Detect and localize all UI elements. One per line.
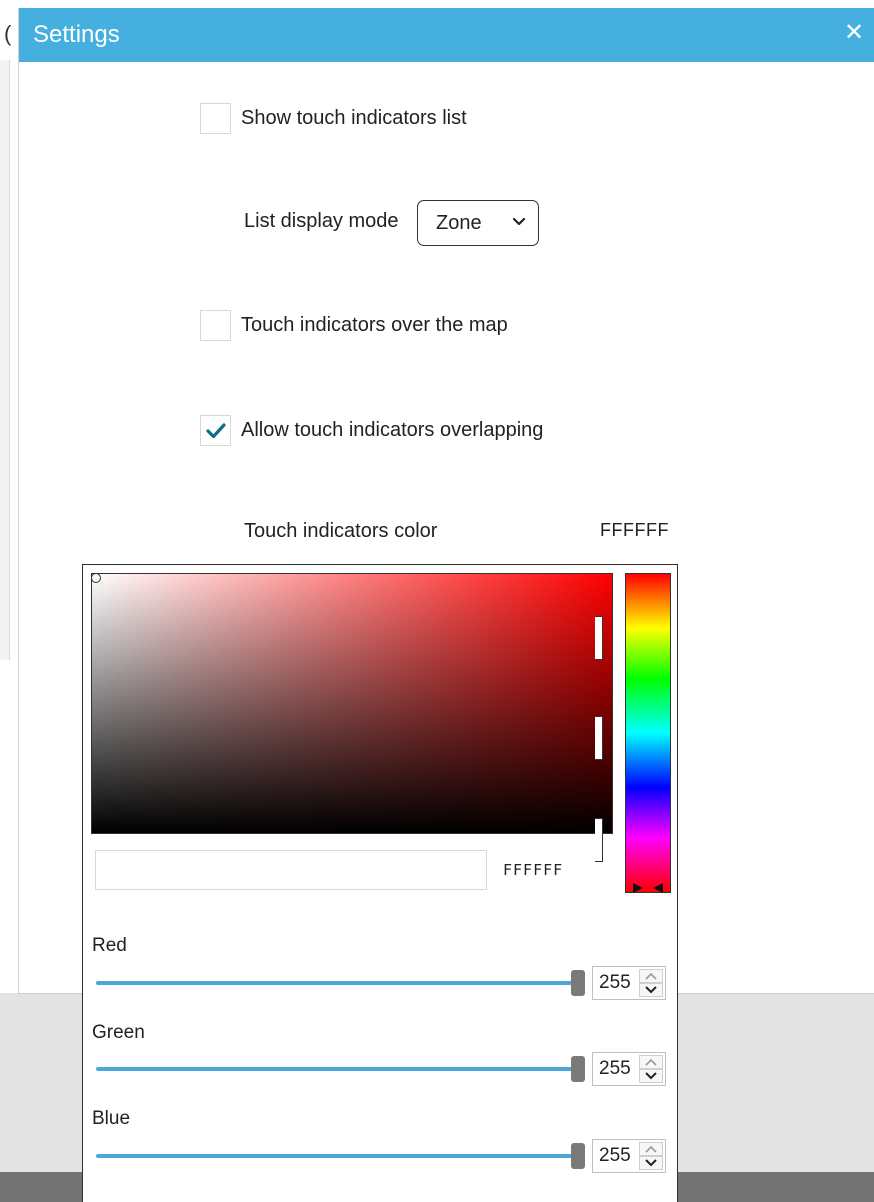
- green-decrement-button[interactable]: [639, 1069, 663, 1083]
- blue-increment-button[interactable]: [639, 1142, 663, 1156]
- hue-strip[interactable]: [625, 573, 671, 893]
- picker-side-tab[interactable]: [595, 716, 603, 760]
- green-spin-buttons: [639, 1055, 663, 1083]
- indicator-color-value[interactable]: FFFFFF: [600, 520, 669, 541]
- picker-side-tab[interactable]: [595, 616, 603, 660]
- over-map-row: Touch indicators over the map: [200, 310, 508, 341]
- blue-slider-track[interactable]: [96, 1154, 574, 1158]
- chevron-down-icon: [512, 217, 526, 226]
- blue-spinbox[interactable]: 255: [592, 1139, 666, 1173]
- blue-spin-buttons: [639, 1142, 663, 1170]
- blue-decrement-button[interactable]: [639, 1156, 663, 1170]
- chevron-down-icon: [645, 986, 657, 994]
- checkmark-icon: [205, 422, 226, 438]
- allow-overlapping-label: Allow touch indicators overlapping: [241, 419, 544, 441]
- chevron-up-icon: [645, 1058, 657, 1066]
- hex-input[interactable]: [95, 850, 487, 890]
- red-increment-button[interactable]: [639, 969, 663, 983]
- hex-readout: FFFFFF: [503, 861, 564, 879]
- green-spinbox[interactable]: 255: [592, 1052, 666, 1086]
- green-slider-track[interactable]: [96, 1067, 574, 1071]
- green-label: Green: [92, 1022, 145, 1043]
- list-display-mode-row: List display mode: [244, 210, 399, 233]
- red-label: Red: [92, 935, 127, 956]
- green-slider-thumb[interactable]: [571, 1056, 585, 1082]
- chevron-down-icon: [645, 1072, 657, 1080]
- indicator-color-row: Touch indicators color: [244, 520, 437, 543]
- background-app-fragment: (: [4, 21, 12, 46]
- indicator-color-label: Touch indicators color: [244, 520, 438, 542]
- color-picker-popup: FFFFFF Red 255 Green 255 Blue 255: [82, 564, 678, 1202]
- blue-value: 255: [599, 1145, 631, 1166]
- blue-slider-thumb[interactable]: [571, 1143, 585, 1169]
- green-value: 255: [599, 1058, 631, 1079]
- over-map-label: Touch indicators over the map: [241, 314, 508, 336]
- allow-overlapping-row: Allow touch indicators overlapping: [200, 415, 543, 446]
- dialog-title: Settings: [33, 21, 120, 48]
- red-spin-buttons: [639, 969, 663, 997]
- list-display-mode-select[interactable]: Zone: [417, 200, 539, 246]
- chevron-up-icon: [645, 1145, 657, 1153]
- list-display-mode-label: List display mode: [244, 210, 399, 232]
- red-spinbox[interactable]: 255: [592, 966, 666, 1000]
- red-slider-track[interactable]: [96, 981, 574, 985]
- picker-side-tab[interactable]: [595, 818, 603, 862]
- allow-overlapping-checkbox[interactable]: [200, 415, 231, 446]
- red-value: 255: [599, 972, 631, 993]
- close-icon[interactable]: ✕: [843, 21, 865, 45]
- blue-label: Blue: [92, 1108, 131, 1129]
- saturation-value-area[interactable]: [91, 573, 613, 834]
- show-list-checkbox[interactable]: [200, 103, 231, 134]
- red-decrement-button[interactable]: [639, 983, 663, 997]
- chevron-up-icon: [645, 972, 657, 980]
- list-display-mode-value: Zone: [436, 211, 482, 234]
- green-increment-button[interactable]: [639, 1055, 663, 1069]
- dialog-titlebar: Settings ✕: [19, 8, 874, 62]
- show-list-row: Show touch indicators list: [200, 103, 467, 134]
- red-slider-thumb[interactable]: [571, 970, 585, 996]
- show-list-label: Show touch indicators list: [241, 107, 467, 129]
- saturation-value-handle[interactable]: [91, 573, 101, 583]
- background-app-panel: [0, 60, 10, 660]
- chevron-down-icon: [645, 1159, 657, 1167]
- hue-handle-icon[interactable]: [631, 881, 665, 895]
- over-map-checkbox[interactable]: [200, 310, 231, 341]
